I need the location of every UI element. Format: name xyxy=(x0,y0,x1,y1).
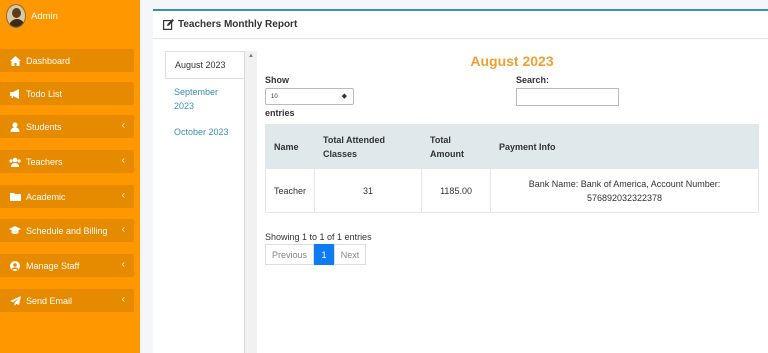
report-card: Teachers Monthly Report August 2023 Sept… xyxy=(153,9,768,353)
sidebar-item-label: Students xyxy=(26,121,62,132)
sidebar-item-schedule-billing[interactable]: Schedule and Billing ‹ xyxy=(0,219,134,242)
month-tab-august-2023[interactable]: August 2023 xyxy=(165,51,244,79)
sidebar-item-teachers[interactable]: Teachers ‹ xyxy=(0,150,134,173)
month-tab-september-2023[interactable]: September 2023 xyxy=(165,79,244,119)
card-title: Teachers Monthly Report xyxy=(178,19,298,30)
sidebar-item-label: Todo List xyxy=(26,88,63,99)
sidebar-item-label: Dashboard xyxy=(26,55,71,66)
previous-page-button[interactable]: Previous xyxy=(265,244,314,265)
next-page-button[interactable]: Next xyxy=(334,244,366,265)
user-icon xyxy=(9,121,21,133)
report-table: Name Total Attended Classes Total Amount… xyxy=(264,124,759,213)
sidebar-item-label: Academic xyxy=(26,191,66,202)
main-content: Teachers Monthly Report August 2023 Sept… xyxy=(140,0,768,353)
entries-select[interactable]: 10 ◆ xyxy=(265,88,354,105)
page-1-button[interactable]: 1 xyxy=(314,244,334,265)
chevron-left-icon: ‹ xyxy=(121,294,125,305)
table-info: Showing 1 to 1 of 1 entries xyxy=(265,232,372,242)
cell-total-amount: 1185.00 xyxy=(421,168,492,213)
folder-icon xyxy=(9,191,21,203)
entries-select-value: 10 xyxy=(271,93,278,100)
cell-total-attended-classes: 31 xyxy=(314,168,423,213)
sidebar-item-label: Send Email xyxy=(26,295,73,306)
cell-payment-info: Bank Name: Bank of America, Account Numb… xyxy=(490,168,759,213)
column-header-total-attended-classes[interactable]: Total Attended Classes xyxy=(314,124,423,169)
month-list-scrollbar[interactable]: ▲ xyxy=(245,51,257,353)
search-input[interactable] xyxy=(516,88,619,106)
user-panel: Admin xyxy=(6,4,58,34)
column-header-total-amount[interactable]: Total Amount xyxy=(421,124,492,169)
month-list: August 2023 September 2023 October 2023 xyxy=(165,51,245,353)
table-row: Teacher 31 1185.00 Bank Name: Bank of Am… xyxy=(264,168,759,213)
paper-plane-icon xyxy=(9,295,21,307)
column-header-name[interactable]: Name xyxy=(264,124,316,169)
chevron-left-icon: ‹ xyxy=(121,120,125,131)
home-icon xyxy=(9,55,21,67)
chevron-left-icon: ‹ xyxy=(121,190,125,201)
report-title: August 2023 xyxy=(470,53,554,69)
chevron-left-icon: ‹ xyxy=(121,224,125,235)
column-header-payment-info[interactable]: Payment Info xyxy=(490,124,759,169)
megaphone-icon xyxy=(9,88,21,100)
pagination: Previous 1 Next xyxy=(265,244,366,265)
search-label: Search: xyxy=(516,75,550,85)
month-tab-october-2023[interactable]: October 2023 xyxy=(165,119,244,145)
sidebar: Admin Dashboard Todo List Students ‹ Tea… xyxy=(0,0,140,353)
sidebar-item-label: Schedule and Billing xyxy=(26,225,108,236)
graduation-cap-icon xyxy=(9,225,21,237)
sidebar-item-manage-staff[interactable]: Manage Staff ‹ xyxy=(0,254,134,277)
sidebar-item-todo-list[interactable]: Todo List xyxy=(0,82,134,105)
entries-label: entries xyxy=(265,108,295,118)
sidebar-item-dashboard[interactable]: Dashboard xyxy=(0,49,134,72)
users-icon xyxy=(9,156,21,168)
chevron-left-icon: ‹ xyxy=(121,259,125,270)
sidebar-item-students[interactable]: Students ‹ xyxy=(0,115,134,138)
show-label: Show xyxy=(265,75,289,85)
edit-icon xyxy=(163,19,174,30)
sort-arrows-icon: ◆ xyxy=(341,93,347,100)
sidebar-item-label: Teachers xyxy=(26,156,63,167)
cell-name: Teacher xyxy=(264,168,316,213)
avatar xyxy=(6,4,26,28)
sidebar-item-academic[interactable]: Academic ‹ xyxy=(0,185,134,208)
scroll-up-icon[interactable]: ▲ xyxy=(248,53,254,59)
table-header-row: Name Total Attended Classes Total Amount… xyxy=(264,124,759,169)
sidebar-item-label: Manage Staff xyxy=(26,260,80,271)
sidebar-item-send-email[interactable]: Send Email ‹ xyxy=(0,289,134,312)
user-circle-icon xyxy=(9,260,21,272)
card-header: Teachers Monthly Report xyxy=(153,11,768,39)
chevron-left-icon: ‹ xyxy=(121,155,125,166)
user-name: Admin xyxy=(31,11,58,22)
